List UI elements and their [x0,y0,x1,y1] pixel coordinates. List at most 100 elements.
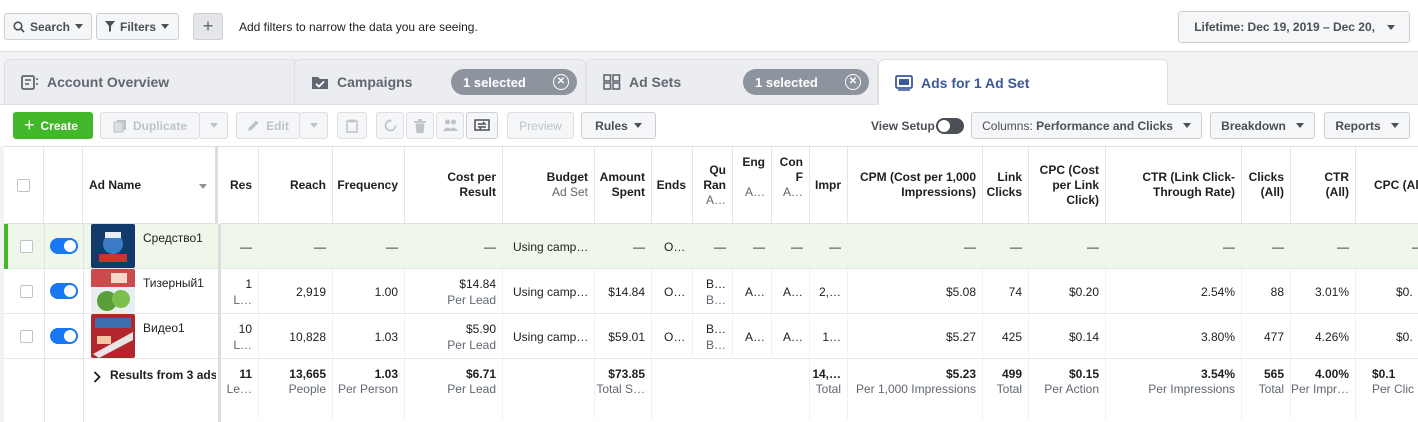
close-icon[interactable]: ✕ [553,74,569,90]
preview-button[interactable]: Preview [507,112,574,139]
table-row[interactable]: Видео1 10 L… 10,828 1.03 $5.90 Per Lead Us… [4,314,1418,359]
audience-button[interactable] [436,112,464,139]
chevron-down-icon [209,123,218,128]
header-amount-spent[interactable]: Amount Spent [595,147,652,224]
total-clicks-all-value: 565 [1263,367,1284,381]
ad-status-toggle[interactable] [50,328,78,344]
columns-prefix: Columns: [982,118,1037,133]
search-button[interactable]: Search [4,13,92,40]
header-cpc-all[interactable]: CPC (Al [1356,147,1418,224]
select-all-checkbox[interactable] [17,179,30,192]
tab-ad-sets[interactable]: Ad Sets 1 selected ✕ [586,59,878,104]
create-button[interactable]: + Create [13,112,93,139]
columns-value: Performance and Clicks [1036,118,1173,133]
cell-cpc-all: $0. [1356,314,1418,359]
reset-button[interactable] [376,112,404,139]
results-sub: L… [233,292,252,307]
header-ends[interactable]: Ends [652,147,693,224]
header-link-clicks[interactable]: Link Clicks [983,147,1029,224]
table-row[interactable]: Тизерный1 1 L… 2,919 1.00 $14.84 Per Lead … [4,269,1418,314]
edit-button[interactable]: Edit [236,112,300,139]
row-checkbox[interactable] [20,285,33,298]
cell-cpm: $5.08 [848,269,983,314]
edit-label: Edit [266,118,289,133]
header-impressions-label: Impr [814,177,841,192]
ad-name[interactable]: Средство1 [143,231,203,245]
header-cpc[interactable]: CPC (Cost per Link Click) [1029,147,1106,224]
columns-button[interactable]: Columns: Performance and Clicks [971,112,1202,139]
header-results-label: Res [229,177,252,192]
header-reach[interactable]: Reach [259,147,333,224]
ad-thumbnail[interactable] [91,224,135,268]
cell-cost-per-result: $5.90 Per Lead [405,314,503,359]
ad-status-toggle[interactable] [50,238,78,254]
total-amount-sub: Total S… [596,382,645,396]
ad-thumbnail[interactable] [91,269,135,313]
header-impressions[interactable]: Impr [810,147,848,224]
header-quality-ranking[interactable]: Qu Ran A… [693,147,733,224]
total-cpm-value: $5.23 [945,367,976,381]
cell-impressions: 2,… [810,269,848,314]
header-ctr[interactable]: CTR (Link Click- Through Rate) [1106,147,1242,224]
ad-status-toggle[interactable] [50,283,78,299]
header-budget-sub: Ad Set [551,185,588,199]
amount-value: $59.01 [608,329,645,344]
archive-button[interactable] [337,112,367,139]
reports-button[interactable]: Reports [1324,112,1410,139]
adsets-selected-pill[interactable]: 1 selected ✕ [743,69,869,95]
breakdown-button[interactable]: Breakdown [1210,112,1315,139]
frequency-value: 1.03 [374,329,398,344]
add-filter-button[interactable]: + [193,13,223,40]
duplicate-button[interactable]: Duplicate [100,112,200,139]
view-setup-toggle[interactable] [936,118,964,134]
close-icon[interactable]: ✕ [845,74,861,90]
header-clicks-all[interactable]: Clicks (All) [1242,147,1291,224]
tab-ads[interactable]: Ads for 1 Ad Set [878,59,1168,105]
ab-test-button[interactable] [466,112,498,139]
tab-account-overview[interactable]: Account Overview [4,59,298,104]
cell-impressions: — [810,224,848,269]
chevron-down-icon [75,24,83,29]
ad-thumbnail[interactable] [91,314,135,358]
header-cost-per-result[interactable]: Cost per Result [405,147,503,224]
results-sub: L… [233,337,252,352]
quality-value: B… [705,276,726,291]
date-range-button[interactable]: Lifetime: Dec 19, 2019 – Dec 20, [1178,11,1410,43]
sort-icon [199,184,207,189]
header-frequency-label: Frequency [337,177,398,192]
cell-frequency: 1.03 [333,314,405,359]
header-budget[interactable]: Budget Ad Set [503,147,595,224]
ctr-value: 2.54% [1200,284,1235,299]
frozen-column-divider[interactable] [218,224,221,422]
table-row[interactable]: Средство1 — — — — Using camp… — O… — — —… [4,224,1418,269]
header-cpc-label: CPC (Cost [1039,162,1099,177]
campaigns-selected-pill[interactable]: 1 selected ✕ [451,69,577,95]
chevron-right-icon[interactable] [93,371,101,383]
ad-name[interactable]: Тизерный1 [143,276,204,290]
link-clicks-value: 74 [1008,284,1022,299]
tab-campaigns[interactable]: Campaigns 1 selected ✕ [294,59,586,104]
header-ctr-all[interactable]: CTR (All) [1291,147,1356,224]
cell-engagement: A… [733,269,772,314]
conversion-value: — [791,239,803,254]
header-results[interactable]: Res [220,147,259,224]
header-conversion-ranking[interactable]: Con F A… [772,147,810,224]
plus-icon: + [24,115,35,135]
edit-options-button[interactable] [299,112,328,139]
header-engagement-ranking[interactable]: Eng A… [733,147,772,224]
conversion-value: A… [782,329,803,344]
header-cpm-label-2: Impressions) [901,185,976,199]
ad-name[interactable]: Видео1 [143,321,185,335]
total-cpm: $5.23 Per 1,000 Impressions [848,359,983,419]
rules-button[interactable]: Rules [581,112,656,139]
filters-button[interactable]: Filters [96,13,179,40]
row-checkbox[interactable] [20,330,33,343]
duplicate-options-button[interactable] [199,112,228,139]
delete-button[interactable] [406,112,434,139]
header-ad-name[interactable]: Ad Name [83,147,218,224]
header-cpm[interactable]: CPM (Cost per 1,000 Impressions) [848,147,983,224]
budget-value: Using camp… [513,329,589,344]
totals-label[interactable]: Results from 3 ads [110,368,216,382]
header-frequency[interactable]: Frequency [333,147,405,224]
row-checkbox[interactable] [20,240,33,253]
